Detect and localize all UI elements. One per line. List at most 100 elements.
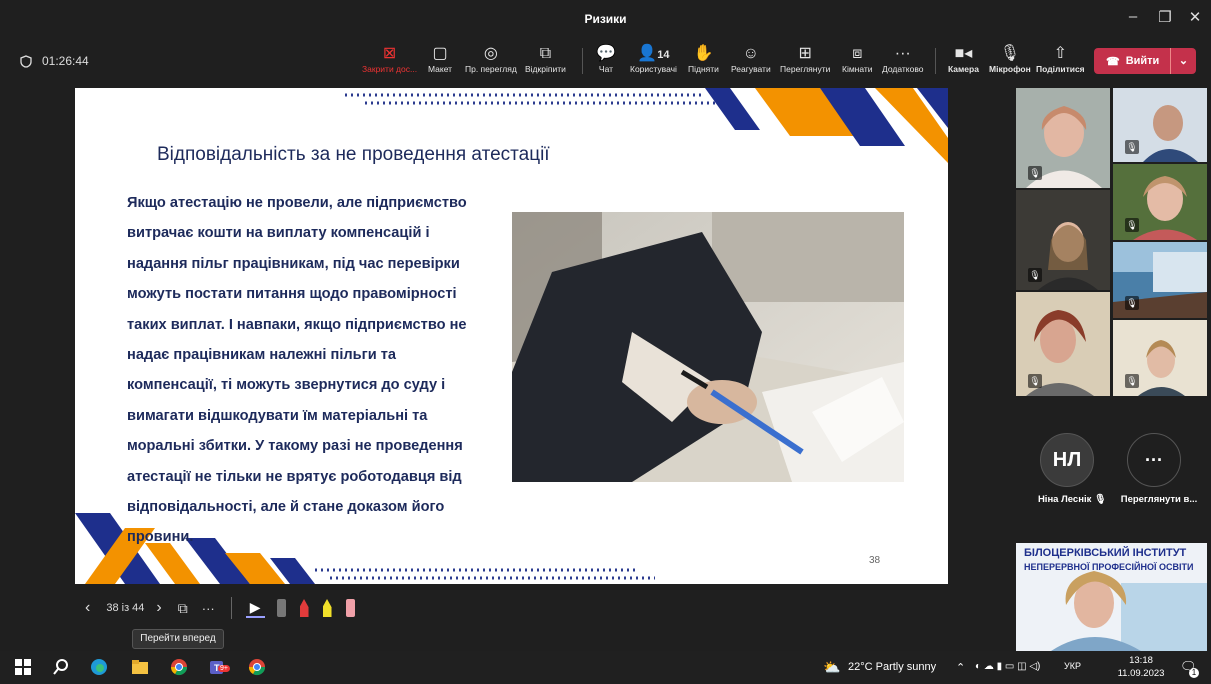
search-icon[interactable] (52, 658, 70, 676)
slide-line: моральні збитки. У такому разі не провед… (127, 438, 463, 455)
more-icon: ··· (1145, 449, 1163, 470)
raise-hand-icon: ✋ (693, 45, 714, 62)
close-share-icon: ⊠ (382, 45, 397, 62)
tray-icons[interactable]: ◐ ☁ ▮ ▭ ◫ ◁) (975, 661, 1040, 672)
slides-grid-icon[interactable]: ⧉ (178, 600, 188, 617)
presenter-controls: ‹ 38 із 44 › ⧉ ··· ▶ (75, 588, 355, 628)
presenter-view-button[interactable]: ◎ Пр. перегляд (465, 44, 517, 74)
presenter-video[interactable]: БІЛОЦЕРКІВСЬКИЙ ІНСТИТУТ НЕПЕРЕРВНОЇ ПРО… (1016, 543, 1207, 651)
participant-video[interactable]: 🎙 (1016, 190, 1110, 290)
next-slide-button[interactable]: › (156, 599, 161, 617)
pop-out-button[interactable]: ⧉ Відкріпити (525, 44, 566, 74)
slide-line: відповідальності, але й стане доказом йо… (127, 499, 445, 516)
participant-name-text: Ніна Леснік (1037, 494, 1092, 505)
windows-start-icon[interactable] (14, 658, 32, 676)
share-icon: ⇧ (1053, 45, 1068, 62)
participant-video[interactable]: 🎙 (1016, 292, 1110, 396)
people-count: 14 (657, 49, 670, 61)
leave-dropdown-button[interactable]: ⌄ (1170, 48, 1196, 74)
phone-hangup-icon: ☎ (1106, 55, 1120, 68)
slide-page-number: 38 (869, 555, 881, 566)
leave-main[interactable]: ☎ Вийти (1094, 55, 1170, 68)
slide-line: таких виплат. І навпаки, якщо підприємст… (127, 316, 467, 333)
more-button[interactable]: ··· Додатково (882, 44, 923, 74)
shared-slide: Відповідальність за не проведення атеста… (75, 88, 948, 584)
presenter-banner-title: БІЛОЦЕРКІВСЬКИЙ ІНСТИТУТ (1024, 547, 1187, 559)
participant-video[interactable]: 🎙 (1113, 320, 1207, 396)
notification-count: 1 (1189, 668, 1199, 678)
edge-icon[interactable] (90, 658, 108, 676)
pop-out-icon: ⧉ (539, 45, 552, 62)
view-more-participants-button[interactable]: ··· (1127, 433, 1181, 487)
presenter-banner-subtitle: НЕПЕРЕРВНОЇ ПРОФЕСІЙНОЇ ОСВІТИ (1024, 562, 1194, 572)
slide-photo (512, 212, 904, 482)
pointer-tool-icon[interactable]: ▶ (245, 599, 265, 618)
layout-button[interactable]: ▢ Макет (428, 44, 452, 74)
more-icon: ··· (894, 45, 911, 62)
participant-video[interactable]: 🎙 (1113, 164, 1207, 240)
mic-off-icon: 🎙 (1125, 374, 1139, 388)
leave-button[interactable]: ☎ Вийти ⌄ (1094, 48, 1196, 74)
toolbar-divider (935, 48, 936, 74)
slide-line: компенсації, ті можуть звернутися до суд… (127, 377, 446, 394)
mic-button[interactable]: 🎙 Мікрофон (989, 44, 1031, 74)
slide-line: можуть постати питання щодо правомірност… (127, 286, 457, 303)
rooms-button[interactable]: ⧈ Кімнати (842, 44, 873, 74)
shield-icon (20, 54, 32, 68)
leave-label: Вийти (1125, 55, 1160, 67)
share-button[interactable]: ⇧ Поділитися (1036, 44, 1085, 74)
weather-icon[interactable]: ⛅ (823, 659, 840, 676)
mic-off-icon: 🎙 (1028, 374, 1042, 388)
chat-button[interactable]: 💬 Чат (596, 44, 616, 74)
stop-sharing-button[interactable]: ⊠ Закрити дос... (362, 44, 417, 74)
mic-off-icon: 🎙 (1028, 268, 1042, 282)
rooms-icon: ⧈ (852, 45, 863, 62)
participant-avatar[interactable]: НЛ (1040, 433, 1094, 487)
controls-divider (230, 597, 232, 619)
mic-icon: 🎙 (999, 45, 1021, 62)
raise-hand-button[interactable]: ✋ Підняти (688, 44, 719, 74)
teams-badge: 9+ (218, 665, 230, 672)
chrome-icon[interactable] (248, 658, 266, 676)
tray-overflow-icon[interactable]: ⌃ (956, 661, 965, 674)
slide-line: атестації не тільки не врятує роботодавц… (127, 468, 462, 485)
eraser-icon[interactable] (345, 599, 355, 617)
close-window-button[interactable]: ✕ (1180, 8, 1210, 26)
people-button[interactable]: 👤14 Користувачі (630, 44, 677, 74)
react-button[interactable]: ☺ Реагувати (731, 44, 771, 74)
timer-text: 01:26:44 (42, 54, 89, 68)
meeting-toolbar: 01:26:44 ⊠ Закрити дос... ▢ Макет ◎ Пр. … (0, 38, 1211, 84)
language-indicator[interactable]: УКР (1064, 661, 1081, 671)
mic-off-icon: 🎙 (1125, 296, 1139, 310)
view-button[interactable]: ⊞ Переглянути (780, 44, 830, 74)
next-slide-tooltip: Перейти вперед (132, 629, 224, 649)
people-icon: 👤14 (637, 45, 670, 62)
react-icon: ☺ (742, 45, 760, 62)
layout-icon: ▢ (432, 45, 448, 62)
slide-line: Якщо атестацію не провели, але підприємс… (127, 195, 467, 211)
red-pen-icon[interactable] (299, 599, 309, 617)
slide-line: витрачає кошти на виплату компенсацій і (127, 225, 430, 242)
participant-video[interactable]: 🎙 (1113, 88, 1207, 162)
participant-video[interactable]: 🎙 (1016, 88, 1110, 188)
weather-text[interactable]: 22°C Partly sunny (848, 661, 936, 673)
previous-slide-button[interactable]: ‹ (85, 599, 90, 617)
chevron-down-icon: ⌄ (1178, 55, 1189, 67)
mic-off-icon: 🎙 (1125, 218, 1139, 232)
slide-line: вимагати відшкодувати їм матеріальні та (127, 407, 428, 424)
camera-button[interactable]: ■◂ Камера (948, 44, 979, 74)
participant-name: Ніна Леснік 🎙 (1032, 494, 1112, 505)
clock[interactable]: 13:18 11.09.2023 (1116, 654, 1166, 680)
view-more-label: Переглянути в... (1120, 494, 1198, 505)
participant-video[interactable]: 🎙 (1113, 242, 1207, 318)
avatar-initials: НЛ (1052, 448, 1082, 471)
chrome-icon[interactable] (170, 658, 188, 676)
more-options-icon[interactable]: ··· (202, 601, 215, 616)
mic-off-icon: 🎙 (1125, 140, 1139, 154)
mic-off-icon: 🎙 (1028, 166, 1042, 180)
highlighter-icon[interactable] (322, 599, 332, 617)
minimize-button[interactable]: – (1118, 8, 1148, 25)
file-explorer-icon[interactable] (131, 658, 149, 676)
pen-tool-icon[interactable] (276, 599, 286, 617)
maximize-button[interactable]: ❐ (1150, 8, 1180, 26)
